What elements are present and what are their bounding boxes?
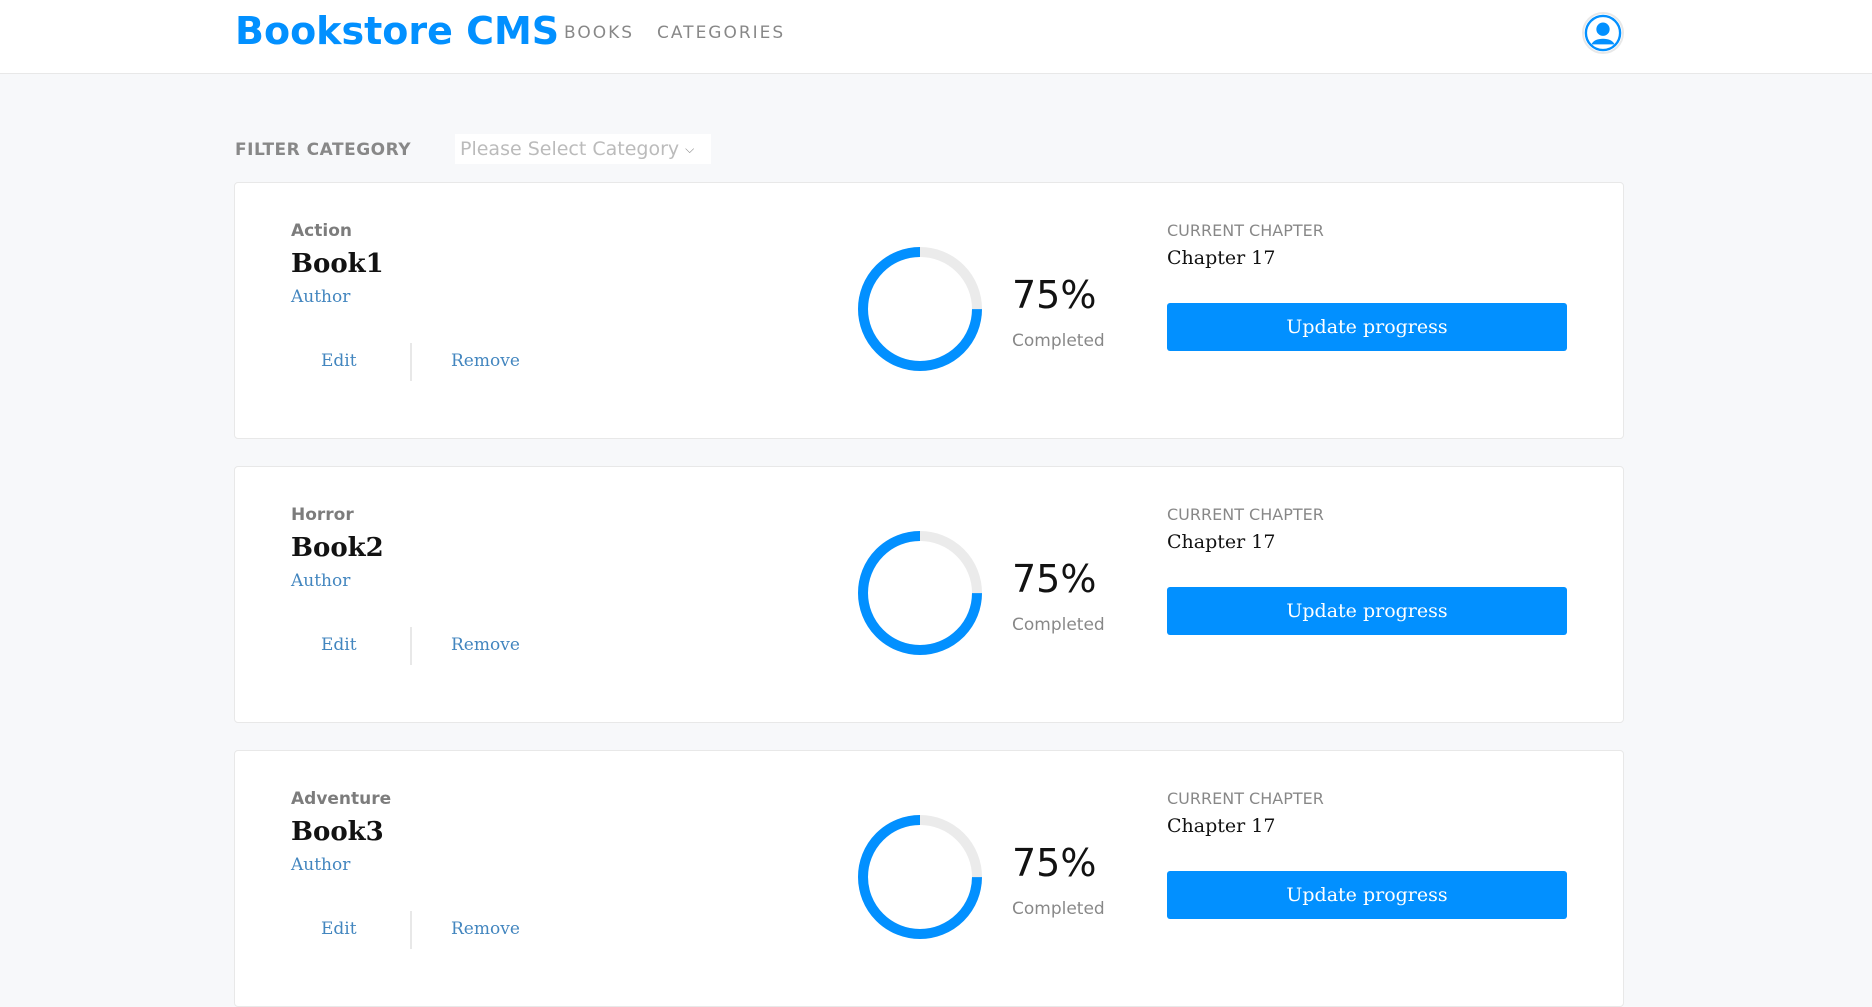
edit-button[interactable]: Edit: [321, 351, 357, 371]
current-chapter-label: CURRENT CHAPTER: [1167, 505, 1324, 524]
progress-ring: [858, 531, 982, 655]
edit-button[interactable]: Edit: [321, 635, 357, 655]
current-chapter-label: CURRENT CHAPTER: [1167, 221, 1324, 240]
update-progress-button[interactable]: Update progress: [1167, 303, 1567, 351]
edit-button[interactable]: Edit: [321, 919, 357, 939]
book-genre: Adventure: [291, 789, 392, 809]
remove-button[interactable]: Remove: [451, 919, 520, 939]
category-select-value: Please Select Category: [460, 138, 680, 160]
progress-percent: 75%: [1012, 841, 1097, 885]
category-select[interactable]: Please Select Category ⌵: [455, 134, 711, 164]
remove-button[interactable]: Remove: [451, 635, 520, 655]
book-author[interactable]: Author: [291, 287, 350, 307]
current-chapter-value: Chapter 17: [1167, 247, 1276, 269]
progress-ring: [858, 815, 982, 939]
completed-label: Completed: [1012, 331, 1105, 351]
book-card: Horror Book2 Author Edit Remove 75% Comp…: [234, 466, 1624, 723]
remove-button[interactable]: Remove: [451, 351, 520, 371]
update-progress-button[interactable]: Update progress: [1167, 587, 1567, 635]
book-author[interactable]: Author: [291, 571, 350, 591]
update-progress-button[interactable]: Update progress: [1167, 871, 1567, 919]
action-divider: [410, 911, 412, 949]
user-icon: [1584, 14, 1622, 52]
nav-books-link[interactable]: BOOKS: [564, 23, 634, 43]
action-divider: [410, 343, 412, 381]
chevron-down-icon: ⌵: [685, 141, 695, 156]
user-profile-icon[interactable]: [1582, 12, 1624, 54]
progress-ring: [858, 247, 982, 371]
book-title: Book2: [291, 533, 384, 563]
book-genre: Horror: [291, 505, 354, 525]
current-chapter-label: CURRENT CHAPTER: [1167, 789, 1324, 808]
top-navbar: Bookstore CMS BOOKS CATEGORIES: [0, 0, 1872, 74]
current-chapter-value: Chapter 17: [1167, 815, 1276, 837]
filter-category-label: FILTER CATEGORY: [235, 140, 412, 160]
progress-percent: 75%: [1012, 273, 1097, 317]
brand-logo[interactable]: Bookstore CMS: [235, 9, 559, 53]
current-chapter-value: Chapter 17: [1167, 531, 1276, 553]
book-card: Adventure Book3 Author Edit Remove 75% C…: [234, 750, 1624, 1007]
book-title: Book1: [291, 249, 384, 279]
completed-label: Completed: [1012, 615, 1105, 635]
nav-categories-link[interactable]: CATEGORIES: [657, 23, 785, 43]
action-divider: [410, 627, 412, 665]
book-title: Book3: [291, 817, 384, 847]
book-author[interactable]: Author: [291, 855, 350, 875]
progress-percent: 75%: [1012, 557, 1097, 601]
filter-category-row: FILTER CATEGORY Please Select Category ⌵: [235, 132, 1625, 166]
book-genre: Action: [291, 221, 352, 241]
completed-label: Completed: [1012, 899, 1105, 919]
book-card: Action Book1 Author Edit Remove 75% Comp…: [234, 182, 1624, 439]
